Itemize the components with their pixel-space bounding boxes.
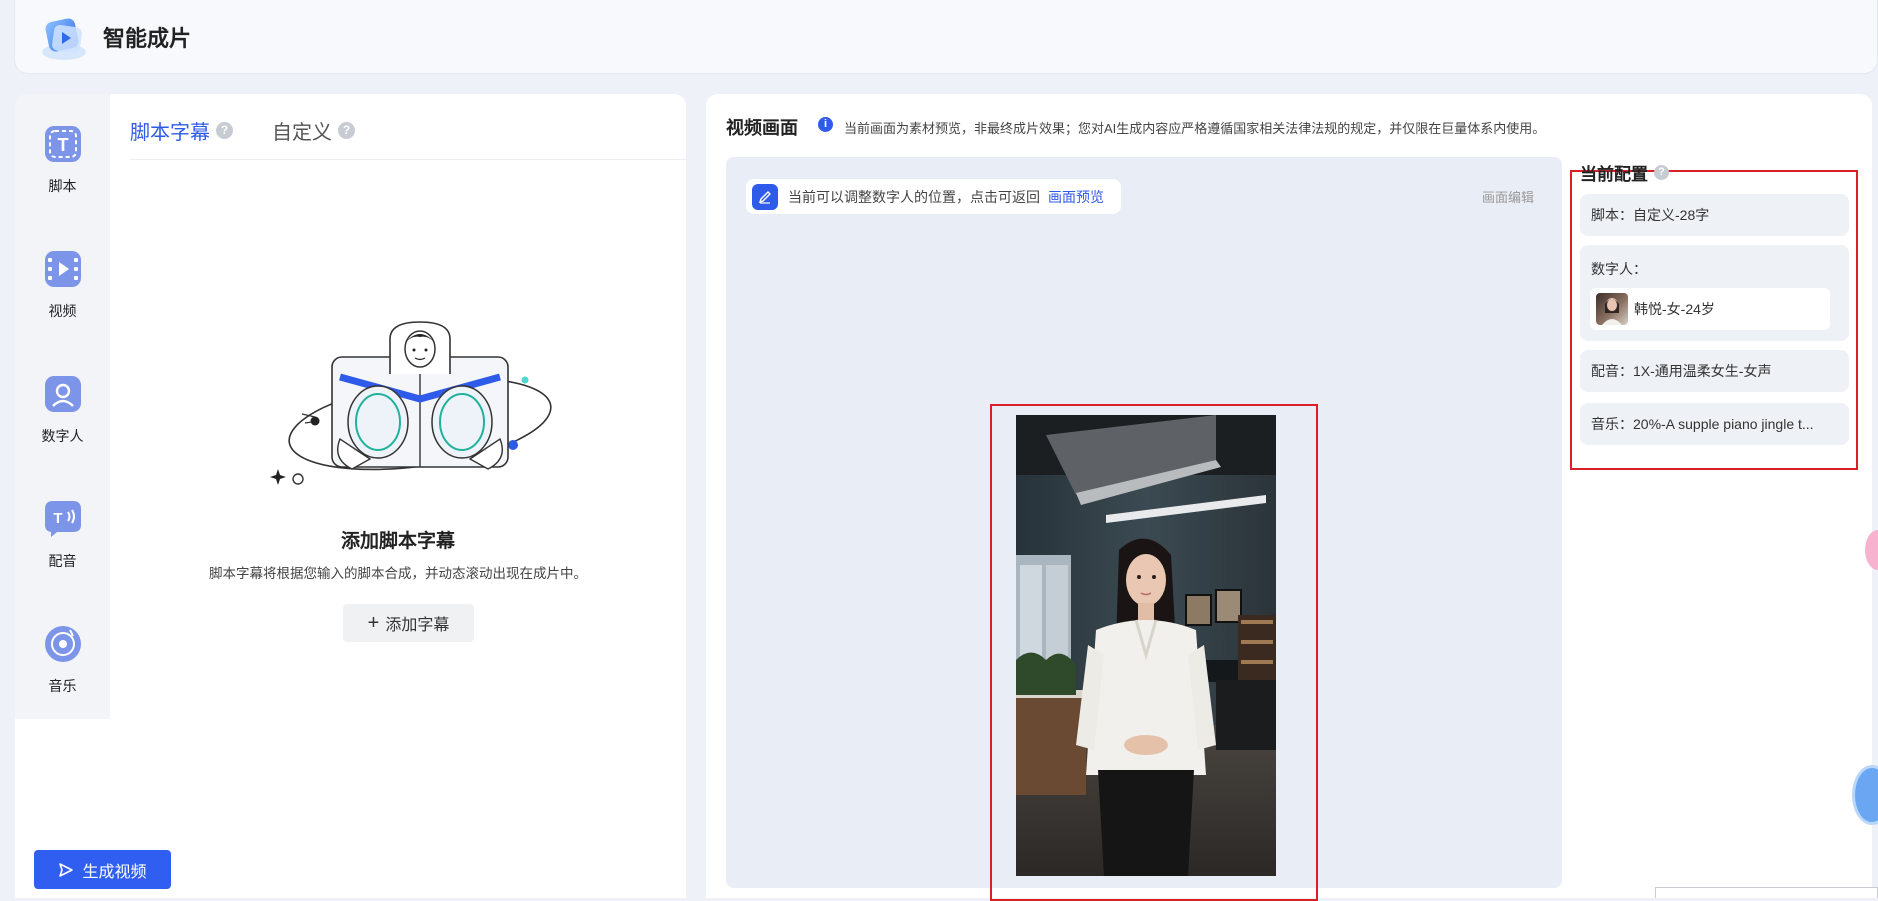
info-icon: i	[818, 117, 833, 132]
sidebar-label-music: 音乐	[48, 678, 77, 694]
tab-custom[interactable]: 自定义 ?	[272, 116, 355, 145]
sidebar-label-video: 视频	[48, 303, 77, 319]
current-config-label: 当前配置	[1580, 165, 1648, 184]
app-logo-icon	[37, 10, 91, 64]
sidebar-item-music[interactable]: 音乐	[15, 594, 110, 719]
sidebar-label-script: 脚本	[48, 178, 77, 194]
digital-human-preview-image[interactable]	[1016, 415, 1276, 876]
digital-human-icon	[43, 374, 83, 414]
tab-custom-label: 自定义	[272, 122, 332, 144]
tab-script-subtitle[interactable]: 脚本字幕 ?	[130, 116, 233, 145]
preview-link[interactable]: 画面预览	[1048, 187, 1104, 207]
generate-video-label: 生成视频	[82, 863, 147, 881]
send-icon	[58, 862, 74, 878]
left-sidebar-nav: T 脚本 视频 数字人 T 配音 音乐 字幕	[15, 94, 110, 844]
music-icon	[43, 624, 83, 664]
video-icon	[43, 249, 83, 289]
sidebar-item-digital-human[interactable]: 数字人	[15, 344, 110, 469]
svg-text:T: T	[53, 510, 62, 527]
empty-state-description: 脚本字幕将根据您输入的脚本合成，并动态滚动出现在成片中。	[209, 566, 587, 581]
subtitle-tabs: 脚本字幕 ? 自定义 ?	[130, 94, 686, 160]
config-voice-item[interactable]: 配音：1X-通用温柔女生-女声	[1580, 350, 1849, 392]
add-subtitle-label: 添加字幕	[385, 617, 450, 634]
top-header: 智能成片	[14, 0, 1878, 74]
empty-state-illustration	[270, 319, 570, 504]
sidebar-item-video[interactable]: 视频	[15, 219, 110, 344]
preview-canvas[interactable]: 当前可以调整数字人的位置，点击可返回 画面预览 画面编辑	[726, 157, 1562, 901]
edit-pen-icon	[752, 183, 778, 210]
config-music-text: 音乐：20%-A supple piano jingle t...	[1591, 416, 1814, 432]
sidebar-label-voiceover: 配音	[48, 553, 77, 569]
current-config-title: 当前配置 ?	[1580, 160, 1669, 185]
app-title: 智能成片	[103, 25, 192, 51]
config-script-item[interactable]: 脚本：自定义-28字	[1580, 194, 1849, 236]
avatar-name: 韩悦-女-24岁	[1634, 301, 1715, 317]
sidebar-item-script[interactable]: T 脚本	[15, 94, 110, 219]
help-icon[interactable]: ?	[338, 122, 355, 139]
config-voice-text: 配音：1X-通用温柔女生-女声	[1591, 363, 1772, 379]
sidebar-label-digital-human: 数字人	[41, 428, 84, 444]
canvas-edit-label: 画面编辑	[1481, 190, 1534, 205]
tab-script-subtitle-label: 脚本字幕	[130, 122, 210, 144]
generate-video-button[interactable]: 生成视频	[34, 850, 171, 889]
edit-mode-tip: 当前可以调整数字人的位置，点击可返回 画面预览	[746, 179, 1121, 214]
plus-icon: +	[367, 612, 380, 634]
compliance-notice: 当前画面为素材预览，非最终成片效果；您对AI生成内容应严格遵循国家相关法律法规的…	[844, 121, 1546, 136]
video-preview-frame[interactable]	[990, 404, 1318, 901]
config-script-text: 脚本：自定义-28字	[1591, 207, 1710, 223]
avatar-chip[interactable]: 韩悦-女-24岁	[1590, 288, 1830, 330]
config-avatar-item[interactable]: 数字人： 韩悦-女-24岁	[1580, 245, 1849, 341]
sidebar-item-voiceover[interactable]: T 配音	[15, 469, 110, 594]
config-avatar-label: 数字人：	[1591, 261, 1647, 277]
add-subtitle-button[interactable]: + 添加字幕	[343, 604, 474, 642]
voiceover-icon: T	[43, 499, 83, 539]
help-icon[interactable]: ?	[1654, 165, 1669, 180]
avatar-thumbnail	[1596, 293, 1628, 325]
config-music-item[interactable]: 音乐：20%-A supple piano jingle t...	[1580, 403, 1849, 445]
section-title: 视频画面	[726, 118, 798, 138]
svg-text:T: T	[57, 135, 68, 155]
bottom-floating-widget[interactable]	[1655, 887, 1878, 898]
edit-tip-text: 当前可以调整数字人的位置，点击可返回	[788, 188, 1040, 205]
empty-state-title: 添加脚本字幕	[340, 531, 455, 552]
script-icon: T	[43, 124, 83, 164]
help-icon[interactable]: ?	[216, 122, 233, 139]
